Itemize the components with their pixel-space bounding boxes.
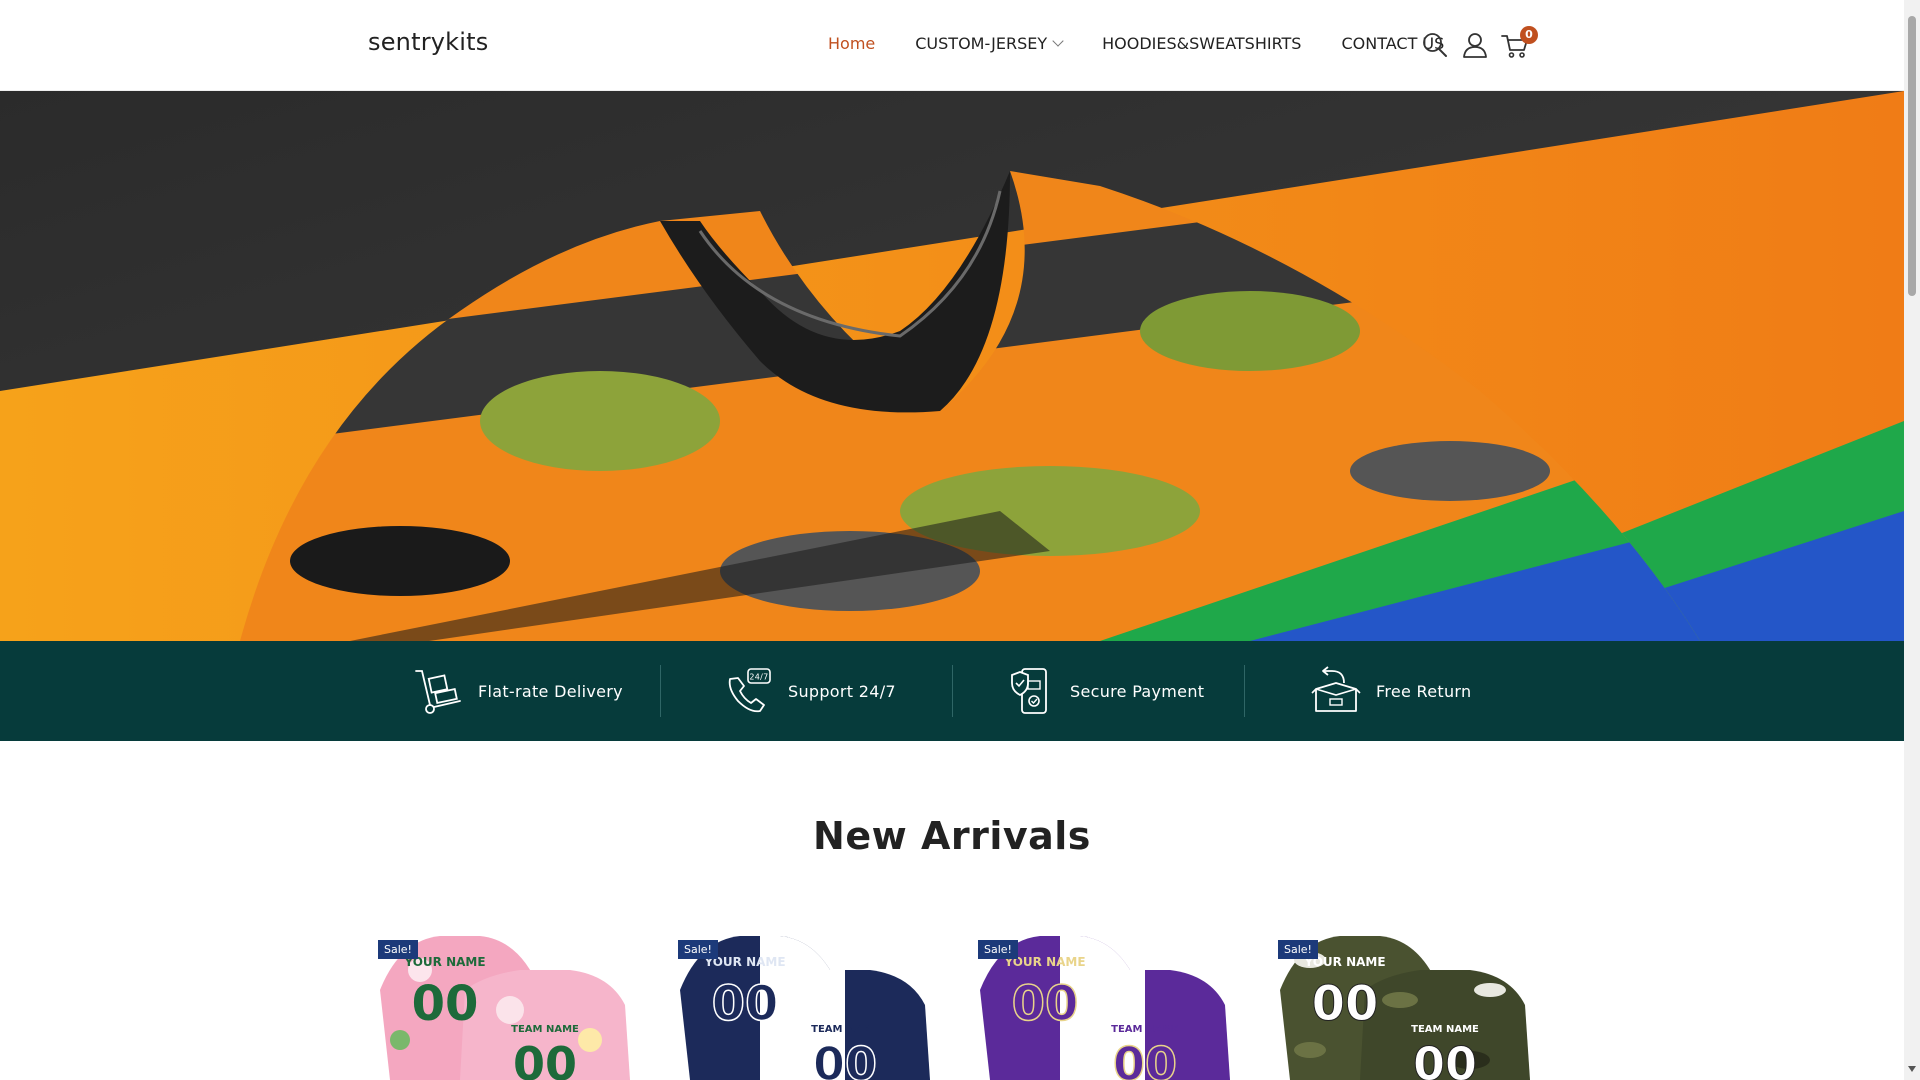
site-header: sentrykits Home CUSTOM-JERSEY HOODIES&SW… [0, 0, 1904, 91]
hero-banner[interactable] [0, 91, 1904, 641]
svg-text:00: 00 [1012, 976, 1079, 1032]
secure-payment-icon [1011, 668, 1047, 714]
product-card[interactable]: Sale! YOUR NAME 00 TEAM NAME 00 [1270, 930, 1540, 1080]
nav-hoodies-label: HOODIES&SWEATSHIRTS [1102, 34, 1302, 53]
svg-text:00: 00 [1113, 1037, 1177, 1080]
svg-text:00: 00 [1312, 976, 1379, 1032]
svg-text:TEAM NAME: TEAM NAME [811, 1024, 879, 1035]
nav-custom-jersey[interactable]: CUSTOM-JERSEY [915, 34, 1064, 53]
product-grid: Sale! YOUR NAME 00 TEAM NAME 00 Sale! YO… [370, 930, 1540, 1080]
page-scrollbar[interactable] [1904, 0, 1920, 1080]
svg-text:00: 00 [1413, 1037, 1477, 1080]
svg-text:24/7: 24/7 [749, 673, 768, 682]
main-nav: Home CUSTOM-JERSEY HOODIES&SWEATSHIRTS C… [828, 34, 1484, 53]
account-button[interactable] [1460, 30, 1490, 60]
nav-home[interactable]: Home [828, 34, 875, 53]
nav-hoodies-sweatshirts[interactable]: HOODIES&SWEATSHIRTS [1102, 34, 1301, 53]
svg-text:TEAM NAME: TEAM NAME [1111, 1024, 1179, 1035]
user-icon [1463, 33, 1487, 58]
feature-divider [952, 665, 953, 717]
chevron-down-icon [1052, 35, 1064, 47]
site-logo[interactable]: sentrykits [368, 28, 488, 56]
scroll-down-arrow-icon[interactable] [1908, 1066, 1916, 1072]
search-icon [1423, 33, 1447, 57]
sale-badge: Sale! [1278, 940, 1318, 959]
feature-secure-payment: Secure Payment [1004, 641, 1204, 741]
hero-jersey-image [0, 91, 1904, 641]
svg-text:00: 00 [513, 1037, 577, 1080]
svg-text:00: 00 [712, 976, 779, 1032]
svg-text:TEAM NAME: TEAM NAME [1411, 1024, 1479, 1035]
product-card[interactable]: Sale! YOUR NAME 00 TEAM NAME 00 [370, 930, 640, 1080]
sale-badge: Sale! [378, 940, 418, 959]
cart-count-badge: 0 [1520, 26, 1538, 44]
nav-custom-jersey-label: CUSTOM-JERSEY [915, 34, 1048, 53]
header-icons: 0 [1420, 26, 1540, 60]
phone-24-7-icon: 24/7 [728, 668, 771, 713]
new-arrivals-title: New Arrivals [813, 814, 1091, 858]
sale-badge: Sale! [978, 940, 1018, 959]
cart-button[interactable]: 0 [1500, 26, 1538, 60]
svg-text:00: 00 [813, 1037, 877, 1080]
feature-divider [1244, 665, 1245, 717]
feature-label: Free Return [1376, 681, 1472, 701]
product-card[interactable]: Sale! YOUR NAME 00 TEAM NAME 00 [670, 930, 940, 1080]
svg-text:00: 00 [412, 976, 479, 1032]
search-button[interactable] [1420, 30, 1450, 60]
hand-truck-icon [415, 670, 461, 714]
nav-home-label: Home [828, 34, 876, 53]
svg-text:TEAM NAME: TEAM NAME [511, 1024, 579, 1035]
return-box-icon [1311, 666, 1361, 712]
feature-free-return: Free Return [1310, 641, 1471, 741]
feature-support-24-7: 24/7 Support 24/7 [722, 641, 896, 741]
feature-flat-rate-delivery: Flat-rate Delivery [412, 641, 623, 741]
scrollbar-thumb[interactable] [1908, 16, 1916, 296]
product-card[interactable]: Sale! YOUR NAME 00 TEAM NAME 00 [970, 930, 1240, 1080]
feature-label: Secure Payment [1070, 681, 1205, 701]
feature-label: Flat-rate Delivery [478, 681, 623, 701]
sale-badge: Sale! [678, 940, 718, 959]
features-bar: Flat-rate Delivery 24/7 Support 24/7 Sec… [0, 641, 1904, 741]
feature-divider [660, 665, 661, 717]
feature-label: Support 24/7 [788, 681, 896, 701]
